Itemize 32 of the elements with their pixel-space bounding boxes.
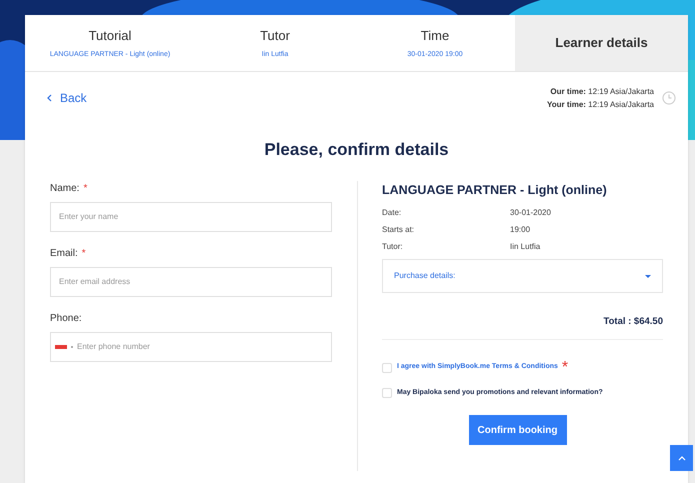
detail-value: 30-01-2020	[510, 207, 551, 220]
phone-field[interactable]: Enter phone number	[50, 332, 332, 362]
checkbox[interactable]	[382, 362, 392, 372]
clock-icon	[662, 91, 676, 105]
field-label: Name:	[50, 182, 80, 196]
required-mark: *	[562, 358, 568, 378]
chevron-left-icon	[47, 94, 52, 102]
checkbox[interactable]	[382, 388, 392, 398]
field-label: Email:	[50, 246, 78, 260]
step-tab[interactable]: Learner details	[515, 15, 688, 71]
flag-icon	[55, 344, 67, 348]
text-field[interactable]: Enter your name	[50, 202, 332, 232]
service-title: LANGUAGE PARTNER - Light (online)	[382, 182, 608, 199]
detail-label: Starts at:	[382, 224, 416, 236]
text-field[interactable]: Enter email address	[50, 266, 332, 296]
detail-value: Iin Lutfia	[510, 241, 540, 254]
scroll-up-button[interactable]	[670, 445, 693, 471]
total-text: Total : $64.50	[604, 315, 663, 330]
detail-label: Date:	[382, 207, 402, 220]
back-link[interactable]: Back	[47, 85, 87, 111]
detail-label: Tutor:	[382, 241, 404, 254]
phone-input[interactable]: Enter phone number	[77, 340, 327, 352]
chevron-up-icon	[678, 455, 686, 461]
detail-value: 19:00	[510, 224, 530, 236]
purchase-dropdown[interactable]: Purchase details:	[382, 259, 663, 294]
time-text: Our time: 12:19 Asia/Jakarta	[550, 86, 654, 98]
time-text: Your time: 12:19 Asia/Jakarta	[546, 99, 654, 111]
required-mark: *	[83, 182, 88, 196]
page-heading: Please, confirm details	[263, 139, 450, 161]
required-mark: *	[82, 246, 86, 260]
field-label: Phone:	[50, 312, 82, 326]
confirm-button[interactable]: Confirm booking	[468, 415, 566, 445]
